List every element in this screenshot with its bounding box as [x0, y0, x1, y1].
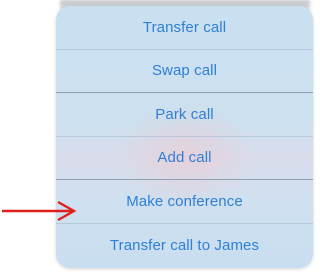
- add-call-button[interactable]: Add call: [56, 137, 313, 180]
- call-actions-menu: Transfer call Swap call Park call Add ca…: [56, 6, 313, 268]
- make-conference-button[interactable]: Make conference: [56, 180, 313, 224]
- swap-call-button[interactable]: Swap call: [56, 50, 313, 93]
- transfer-call-button[interactable]: Transfer call: [56, 6, 313, 50]
- park-call-button[interactable]: Park call: [56, 93, 313, 137]
- red-arrow-icon: [2, 200, 77, 222]
- screen: Transfer call Swap call Park call Add ca…: [0, 0, 329, 274]
- transfer-call-to-james-button[interactable]: Transfer call to James: [56, 224, 313, 268]
